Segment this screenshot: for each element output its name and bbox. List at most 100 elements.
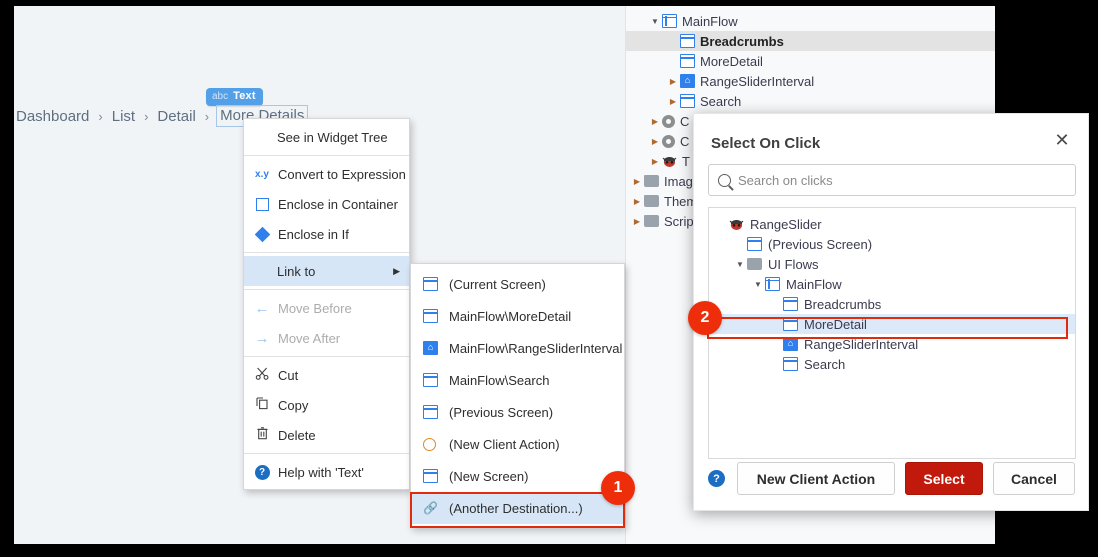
home-icon: ⌂ bbox=[783, 337, 798, 351]
chevron-right-icon[interactable]: ▶ bbox=[666, 97, 680, 106]
widget-type-label: Text bbox=[233, 90, 256, 102]
close-icon[interactable]: ✕ bbox=[1050, 128, 1074, 152]
link-to-option-label: MainFlow\MoreDetail bbox=[449, 308, 572, 324]
folder-icon bbox=[747, 258, 762, 270]
dialog-tree-node[interactable]: ▼ MainFlow bbox=[709, 274, 1075, 294]
chevron-right-icon[interactable]: ▶ bbox=[648, 117, 662, 126]
dialog-tree-node[interactable]: ⌂ RangeSliderInterval bbox=[709, 334, 1075, 354]
chevron-down-icon[interactable]: ▼ bbox=[733, 260, 747, 269]
dialog-tree-node[interactable]: Breadcrumbs bbox=[709, 294, 1075, 314]
dialog-tree-node[interactable]: (Previous Screen) bbox=[709, 234, 1075, 254]
help-icon[interactable]: ? bbox=[708, 470, 725, 487]
link-to-option-mainflow-rangesliderinterval[interactable]: ⌂ MainFlow\RangeSliderInterval bbox=[411, 332, 624, 364]
context-menu-item-cut[interactable]: Cut bbox=[244, 360, 409, 390]
link-to-option-another-destination[interactable]: 🔗 (Another Destination...) bbox=[411, 492, 624, 524]
link-icon: 🔗 bbox=[423, 501, 438, 515]
breadcrumb-item-detail[interactable]: Detail bbox=[155, 108, 197, 125]
chevron-right-icon[interactable]: ▶ bbox=[648, 157, 662, 166]
screen-icon bbox=[680, 94, 695, 108]
context-menu-item-label: Move After bbox=[278, 330, 341, 346]
context-menu-item-delete[interactable]: Delete bbox=[244, 420, 409, 450]
menu-item-icon-slot bbox=[252, 366, 272, 384]
context-menu-item-label: Link to bbox=[277, 263, 316, 279]
dialog-footer: ? New Client Action Select Cancel bbox=[694, 448, 1088, 510]
dialog-tree-node[interactable]: MoreDetail bbox=[709, 314, 1075, 334]
context-menu-item-copy[interactable]: Copy bbox=[244, 390, 409, 420]
link-to-submenu[interactable]: (Current Screen) MainFlow\MoreDetail ⌂ Main… bbox=[410, 263, 625, 528]
screen-icon bbox=[783, 357, 798, 371]
chevron-right-icon[interactable]: ▶ bbox=[666, 77, 680, 86]
screen-icon bbox=[423, 277, 438, 291]
context-menu-item-enclose-in-container[interactable]: Enclose in Container bbox=[244, 189, 409, 219]
context-menu-item-label: See in Widget Tree bbox=[277, 129, 388, 145]
new-client-action-button[interactable]: New Client Action bbox=[737, 462, 895, 495]
screen-icon bbox=[423, 469, 438, 483]
menu-separator bbox=[244, 252, 409, 253]
context-menu-item-link-to[interactable]: Link to ▶ bbox=[244, 256, 409, 286]
arrow-left-icon: ← bbox=[254, 299, 270, 317]
search-on-clicks-input[interactable]: Search on clicks bbox=[708, 164, 1076, 196]
context-menu-item-move-before: ← Move Before bbox=[244, 293, 409, 323]
chevron-right-icon[interactable]: ▶ bbox=[648, 137, 662, 146]
chevron-down-icon[interactable]: ▼ bbox=[751, 280, 765, 289]
widget-tree-node[interactable]: ▼ MainFlow bbox=[626, 11, 995, 31]
dialog-tree-node[interactable]: RangeSlider bbox=[709, 214, 1075, 234]
context-menu-item-see-in-widget-tree[interactable]: See in Widget Tree bbox=[244, 122, 409, 152]
help-icon: ? bbox=[254, 464, 270, 480]
link-to-option-label: MainFlow\RangeSliderInterval bbox=[449, 340, 623, 356]
scissors-icon bbox=[255, 366, 270, 384]
diamond-icon bbox=[254, 226, 270, 242]
bug-icon bbox=[729, 218, 744, 231]
widget-tree-node[interactable]: MoreDetail bbox=[626, 51, 995, 71]
option-icon-slot bbox=[423, 277, 439, 291]
menu-item-icon-slot: ← bbox=[252, 301, 272, 316]
cancel-button[interactable]: Cancel bbox=[993, 462, 1075, 495]
link-to-option-new-client-action[interactable]: (New Client Action) bbox=[411, 428, 624, 460]
context-menu-item-enclose-in-if[interactable]: Enclose in If bbox=[244, 219, 409, 249]
chevron-right-icon[interactable]: ▶ bbox=[630, 177, 644, 186]
breadcrumb-item-dashboard[interactable]: Dashboard bbox=[14, 108, 91, 125]
dialog-tree-node[interactable]: ▼ UI Flows bbox=[709, 254, 1075, 274]
context-menu-item-label: Copy bbox=[278, 397, 309, 413]
select-on-click-dialog[interactable]: Select On Click ✕ Search on clicks Range… bbox=[693, 113, 1089, 511]
dialog-tree-node-label: RangeSlider bbox=[750, 216, 822, 232]
widget-tree-node[interactable]: Breadcrumbs bbox=[626, 31, 995, 51]
chevron-right-icon[interactable]: ▶ bbox=[630, 217, 644, 226]
link-to-option-label: (Previous Screen) bbox=[449, 404, 554, 420]
link-to-option-previous-screen[interactable]: (Previous Screen) bbox=[411, 396, 624, 428]
home-icon: ⌂ bbox=[680, 74, 695, 88]
link-to-option-mainflow-moredetail[interactable]: MainFlow\MoreDetail bbox=[411, 300, 624, 332]
dialog-tree-node[interactable]: Search bbox=[709, 354, 1075, 374]
option-icon-slot bbox=[423, 309, 439, 323]
menu-item-icon-slot bbox=[252, 197, 272, 211]
link-to-option-current-screen[interactable]: (Current Screen) bbox=[411, 268, 624, 300]
circle-orange-icon bbox=[423, 437, 436, 451]
dialog-destination-tree[interactable]: RangeSlider (Previous Screen) ▼ UI Flows ▼ Ma… bbox=[708, 207, 1076, 459]
link-to-option-new-screen[interactable]: (New Screen) bbox=[411, 460, 624, 492]
context-menu-item-help-with-text[interactable]: ? Help with 'Text' bbox=[244, 457, 409, 487]
menu-separator bbox=[244, 155, 409, 156]
chevron-down-icon[interactable]: ▼ bbox=[648, 17, 662, 26]
widget-tree-node[interactable]: ▶ Search bbox=[626, 91, 995, 111]
context-menu[interactable]: See in Widget Tree x.y Convert to Expressi… bbox=[243, 118, 410, 490]
widget-tree-node-label: Breadcrumbs bbox=[700, 33, 784, 49]
widget-tree-node-label: RangeSliderInterval bbox=[700, 73, 815, 89]
widget-tree-node-label: MoreDetail bbox=[700, 53, 763, 69]
select-button[interactable]: Select bbox=[905, 462, 983, 495]
chevron-right-icon[interactable]: ▶ bbox=[630, 197, 644, 206]
dialog-tree-node-label: Breadcrumbs bbox=[804, 296, 882, 312]
dialog-tree-node-label: (Previous Screen) bbox=[768, 236, 873, 252]
callout-badge-2-number: 2 bbox=[700, 309, 710, 326]
link-to-option-mainflow-search[interactable]: MainFlow\Search bbox=[411, 364, 624, 396]
folder-icon bbox=[644, 215, 659, 227]
context-menu-item-label: Move Before bbox=[278, 300, 352, 316]
widget-tree-node[interactable]: ▶ ⌂ RangeSliderInterval bbox=[626, 71, 995, 91]
tree-divider bbox=[625, 6, 626, 544]
flow-icon bbox=[662, 14, 677, 28]
widget-tree-node-label: T bbox=[682, 153, 690, 169]
context-menu-item-label: Cut bbox=[278, 367, 299, 383]
callout-badge-2: 2 bbox=[688, 301, 722, 335]
breadcrumb-item-list[interactable]: List bbox=[110, 108, 137, 125]
context-menu-item-convert-to-expression[interactable]: x.y Convert to Expression bbox=[244, 159, 409, 189]
breadcrumb-separator: › bbox=[144, 108, 149, 124]
